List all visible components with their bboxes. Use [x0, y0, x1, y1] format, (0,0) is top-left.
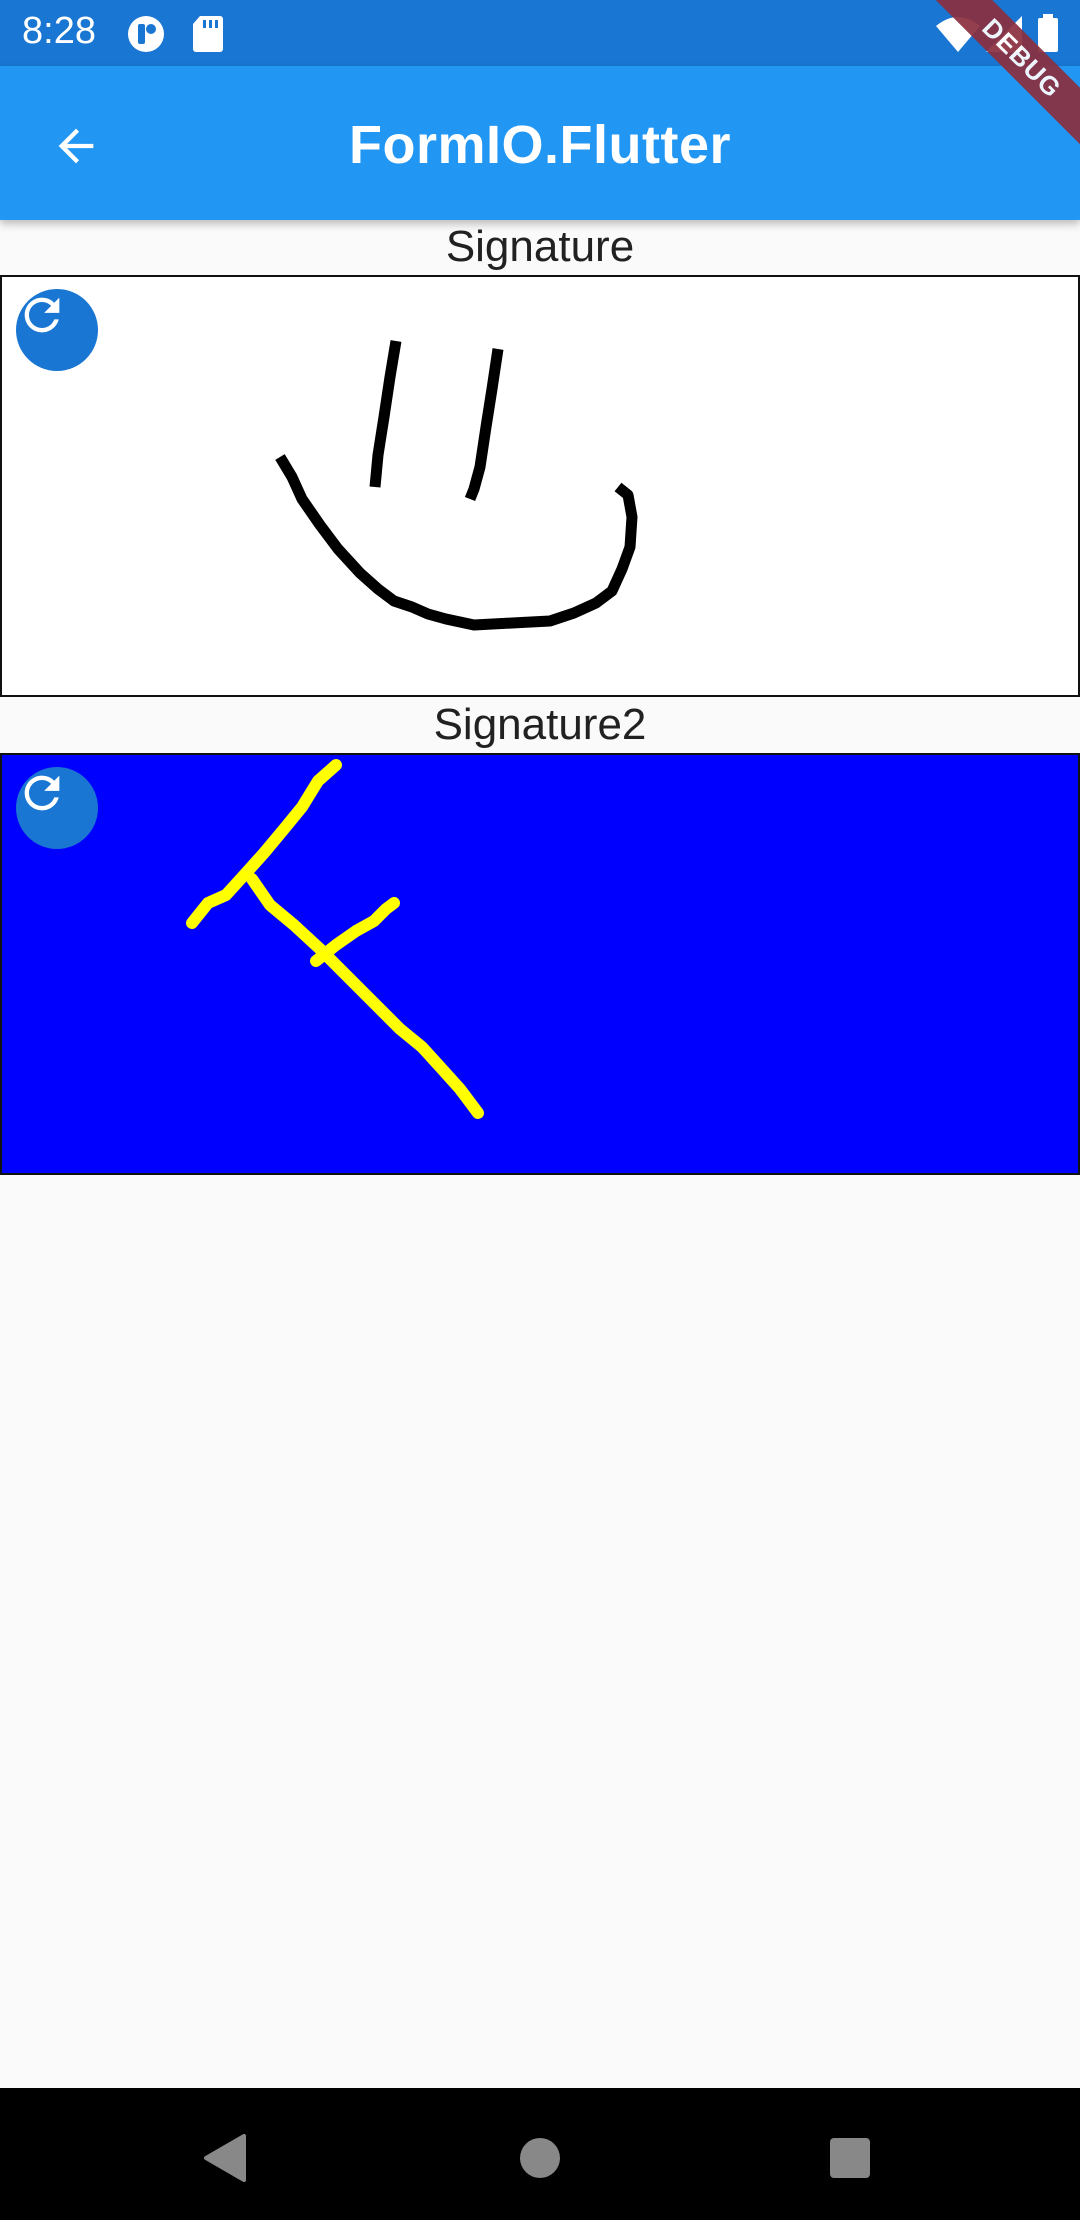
signature2-stroke	[246, 873, 484, 1119]
profile-icon	[128, 16, 164, 52]
signature2-drawing	[186, 759, 484, 1119]
recents-square-icon[interactable]	[820, 2128, 880, 2188]
status-time: 8:28	[22, 10, 96, 52]
page-title: FormIO.Flutter	[349, 115, 731, 175]
signature-stroke	[369, 340, 402, 488]
clear-signature2-button[interactable]	[16, 767, 98, 849]
signature2-label: Signature2	[433, 700, 647, 749]
refresh-icon	[24, 297, 60, 333]
sd-card-icon	[193, 16, 223, 52]
signature2-pad[interactable]	[0, 753, 1080, 1175]
signature-drawing	[275, 340, 638, 631]
clear-signature-button[interactable]	[16, 289, 98, 371]
debug-banner-label: DEBUG	[923, 0, 1080, 157]
refresh-icon	[24, 775, 60, 811]
signature-stroke	[464, 348, 504, 502]
status-bar: 8:28	[0, 0, 1080, 66]
signature-label: Signature	[445, 222, 635, 271]
back-triangle-icon[interactable]	[196, 2128, 256, 2188]
signature-stroke	[275, 454, 638, 631]
signature-pad[interactable]	[0, 275, 1080, 697]
app-bar: FormIO.Flutter	[0, 66, 1080, 220]
home-circle-icon[interactable]	[510, 2128, 570, 2188]
debug-banner: DEBUG	[920, 0, 1080, 160]
navigation-bar	[0, 2088, 1080, 2220]
signature2-stroke	[310, 897, 400, 967]
